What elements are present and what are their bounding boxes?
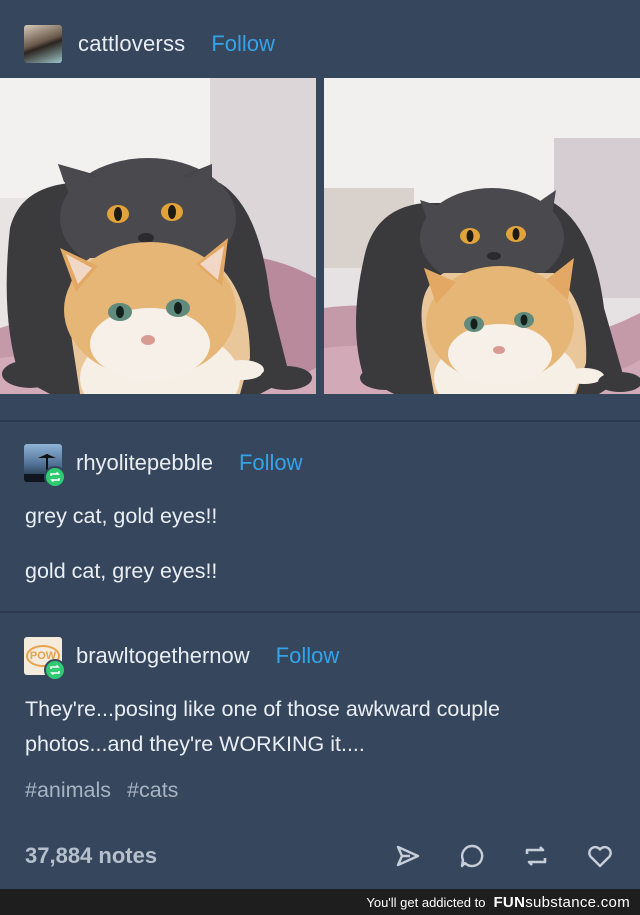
reblog-badge-icon: [44, 466, 66, 488]
reblog-entry: rhyolitepebble Follow grey cat, gold eye…: [0, 443, 640, 589]
post-actions: [360, 836, 616, 876]
post-author-name[interactable]: cattloverss: [78, 31, 185, 57]
follow-button[interactable]: Follow: [276, 643, 340, 669]
like-icon[interactable]: [584, 840, 616, 872]
reblogger-name[interactable]: brawltogethernow: [76, 643, 250, 669]
follow-button[interactable]: Follow: [211, 31, 275, 57]
cat-photo-right[interactable]: [324, 78, 640, 394]
tag-link[interactable]: #animals: [25, 778, 111, 802]
reblogger-avatar[interactable]: [24, 444, 66, 488]
author-avatar[interactable]: [24, 25, 62, 63]
banner-text: You'll get addicted to: [366, 894, 486, 910]
reblog-entry: POW brawltogethernow Follow They're...po…: [0, 636, 640, 762]
tag-link[interactable]: #cats: [127, 778, 178, 802]
reply-icon[interactable]: [456, 840, 488, 872]
reblog-header: POW brawltogethernow Follow: [0, 636, 640, 681]
notes-count[interactable]: 37,884 notes: [25, 843, 157, 869]
reblog-header: rhyolitepebble Follow: [0, 443, 640, 488]
brand-bold: FUN: [493, 893, 526, 911]
cat-photo-left[interactable]: [0, 78, 316, 394]
divider: [0, 420, 640, 422]
brand-light: substance.com: [525, 893, 630, 911]
photo-set: [0, 78, 640, 394]
reblog-text: They're...posing like one of those awkwa…: [25, 697, 500, 756]
reblog-icon[interactable]: [520, 840, 552, 872]
reblog-text: grey cat, gold eyes!!: [25, 504, 218, 528]
tag-list: #animals #cats: [25, 778, 188, 803]
reblog-text: gold cat, grey eyes!!: [25, 559, 218, 583]
reblogger-name[interactable]: rhyolitepebble: [76, 450, 213, 476]
post-header: cattloverss Follow: [24, 24, 275, 64]
reblogger-avatar[interactable]: POW: [24, 637, 66, 681]
watermark-banner: You'll get addicted to FUNsubstance.com: [0, 889, 640, 915]
share-icon[interactable]: [392, 840, 424, 872]
divider: [0, 611, 640, 613]
brand-logo: FUNsubstance.com: [493, 894, 630, 911]
post-footer: 37,884 notes: [0, 836, 640, 876]
reblog-badge-icon: [44, 659, 66, 681]
follow-button[interactable]: Follow: [239, 450, 303, 476]
